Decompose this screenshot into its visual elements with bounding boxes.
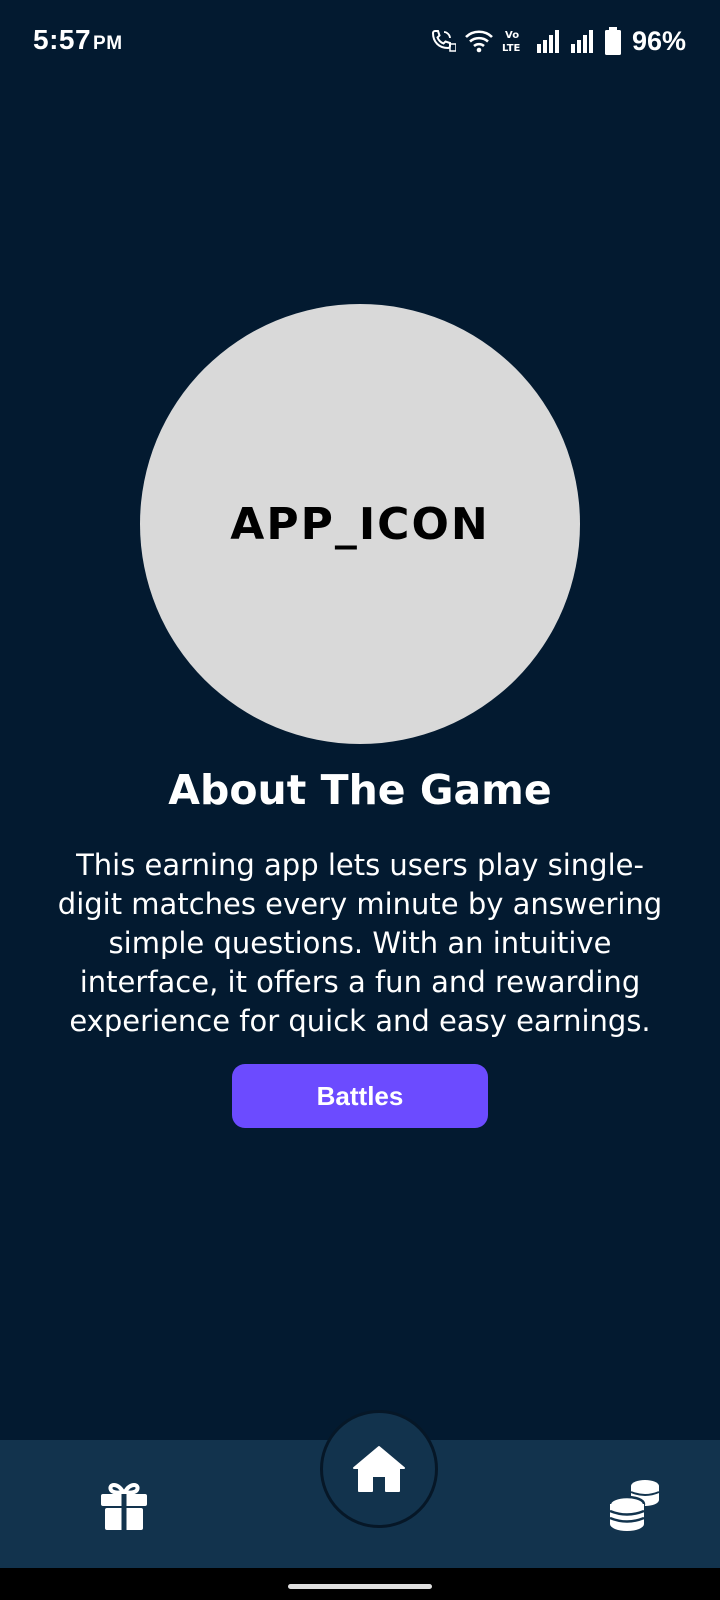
status-time-value: 5:57 <box>33 24 92 55</box>
nav-home-button[interactable] <box>320 1410 438 1528</box>
home-icon <box>353 1446 405 1492</box>
wifi-icon <box>465 30 493 53</box>
app-icon: APP_ICON <box>140 304 580 744</box>
svg-text:Vo: Vo <box>505 30 519 41</box>
gesture-handle[interactable] <box>288 1584 432 1589</box>
svg-text:LTE: LTE <box>502 43 521 54</box>
status-time: 5:57 PM <box>33 24 123 56</box>
coins-icon <box>608 1480 660 1531</box>
nav-coins-button[interactable] <box>607 1476 663 1532</box>
app-icon-label: APP_ICON <box>230 498 490 550</box>
status-bar: 5:57 PM Vo LTE 96% <box>0 0 720 84</box>
battles-button[interactable]: Battles <box>232 1064 488 1128</box>
nav-gift-button[interactable] <box>96 1478 152 1534</box>
wifi-calling-icon <box>431 30 456 52</box>
status-icons: Vo LTE 96% <box>430 24 686 58</box>
status-time-ampm: PM <box>93 33 123 54</box>
about-description: This earning app lets users play single-… <box>57 848 663 1038</box>
signal-icon <box>570 30 593 53</box>
about-title: About The Game <box>168 766 552 814</box>
battery-icon <box>604 27 621 55</box>
volte-icon: Vo LTE <box>502 30 521 54</box>
gift-icon <box>101 1483 147 1530</box>
battery-percent: 96% <box>631 25 686 56</box>
signal-icon <box>536 30 559 53</box>
